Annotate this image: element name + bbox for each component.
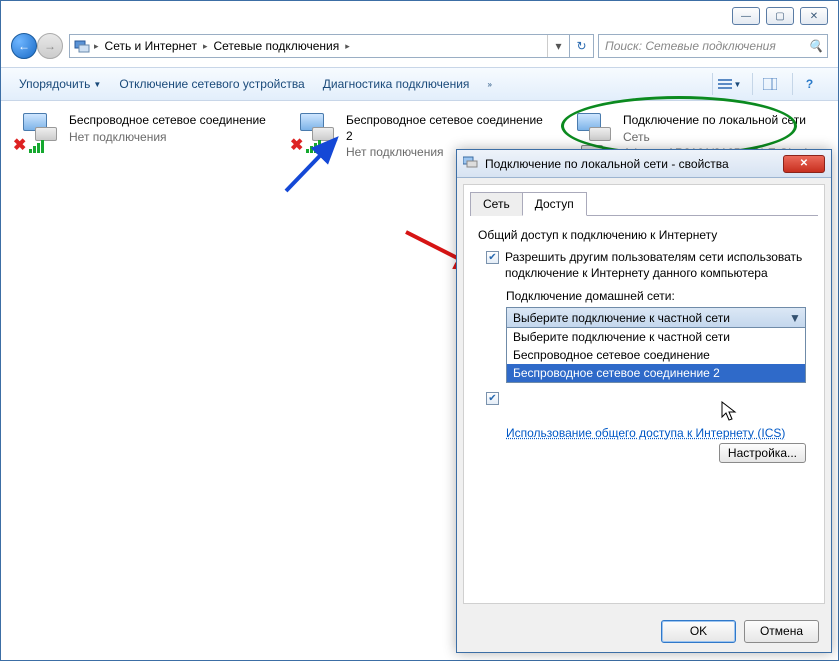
home-connection-label: Подключение домашней сети:	[506, 289, 810, 303]
lan-icon	[567, 113, 615, 153]
settings-button[interactable]: Настройка...	[719, 443, 806, 463]
network-icon	[74, 38, 90, 54]
disable-device-button[interactable]: Отключение сетевого устройства	[113, 73, 310, 95]
tab-network[interactable]: Сеть	[470, 192, 523, 216]
organize-menu[interactable]: Упорядочить▼	[13, 73, 107, 95]
address-bar: ← → ▸ Сеть и Интернет ▸ Сетевые подключе…	[11, 31, 828, 61]
wifi-disconnected-icon: ✖	[13, 113, 61, 153]
connection-status: Нет подключения	[69, 130, 266, 146]
combobox-selected: Выберите подключение к частной сети	[513, 311, 730, 325]
back-button[interactable]: ←	[11, 33, 37, 59]
help-icon: ?	[806, 77, 813, 91]
combobox-dropdown: Выберите подключение к частной сети Бесп…	[506, 328, 806, 383]
cancel-button[interactable]: Отмена	[744, 620, 819, 643]
ics-help-link[interactable]: Использование общего доступа к Интернету…	[506, 425, 785, 442]
view-menu[interactable]: ▼	[712, 73, 746, 95]
properties-dialog: Подключение по локальной сети - свойства…	[456, 149, 832, 653]
view-icon	[718, 78, 732, 90]
chevron-right-icon: ▸	[94, 41, 99, 52]
search-input[interactable]: Поиск: Сетевые подключения 🔍	[598, 34, 828, 58]
forward-button[interactable]: →	[37, 33, 63, 59]
connection-network: Сеть	[623, 130, 821, 146]
window-close-button[interactable]: ✕	[800, 7, 828, 25]
adapter-icon	[463, 155, 479, 172]
overflow-button[interactable]: »	[481, 76, 497, 93]
connection-title: Беспроводное сетевое соединение 2	[346, 113, 549, 144]
wifi-disconnected-icon: ✖	[290, 113, 338, 153]
search-icon: 🔍	[808, 39, 823, 53]
minimize-button[interactable]: —	[732, 7, 760, 25]
dialog-close-button[interactable]: ✕	[783, 155, 825, 173]
dialog-tabs: Сеть Доступ	[470, 191, 818, 216]
breadcrumb-item-current[interactable]: Сетевые подключения	[211, 39, 341, 53]
dialog-title: Подключение по локальной сети - свойства	[485, 157, 777, 171]
search-placeholder: Поиск: Сетевые подключения	[605, 39, 776, 53]
breadcrumb-dropdown-button[interactable]: ▾	[547, 35, 569, 57]
chevron-down-icon: ▼	[734, 80, 742, 89]
connection-item-wifi-1[interactable]: ✖ Беспроводное сетевое соединение Нет по…	[9, 109, 276, 652]
combobox-option[interactable]: Выберите подключение к частной сети	[507, 328, 805, 346]
breadcrumb[interactable]: ▸ Сеть и Интернет ▸ Сетевые подключения …	[69, 34, 570, 58]
breadcrumb-item-root[interactable]: Сеть и Интернет	[103, 39, 199, 53]
ok-button[interactable]: OK	[661, 620, 736, 643]
chevron-right-icon: ▸	[203, 41, 208, 52]
chevron-down-icon: ▼	[787, 310, 803, 326]
allow-control-checkbox[interactable]: ✔	[486, 392, 499, 405]
help-button[interactable]: ?	[792, 73, 826, 95]
refresh-button[interactable]: ↻	[570, 34, 594, 58]
home-connection-combobox[interactable]: Выберите подключение к частной сети ▼	[506, 307, 806, 328]
chevron-down-icon: ▼	[93, 80, 101, 89]
connection-title: Подключение по локальной сети	[623, 113, 821, 129]
group-title: Общий доступ к подключению к Интернету	[478, 228, 810, 242]
maximize-button[interactable]: ▢	[766, 7, 794, 25]
toolbar: Упорядочить▼ Отключение сетевого устройс…	[1, 67, 838, 101]
dialog-titlebar[interactable]: Подключение по локальной сети - свойства…	[457, 150, 831, 178]
preview-pane-button[interactable]	[752, 73, 786, 95]
allow-sharing-checkbox[interactable]: ✔	[486, 251, 499, 264]
combobox-option[interactable]: Беспроводное сетевое соединение 2	[507, 364, 805, 382]
diagnose-button[interactable]: Диагностика подключения	[317, 73, 476, 95]
allow-sharing-label: Разрешить другим пользователям сети испо…	[505, 250, 810, 281]
chevron-right-icon: ▸	[345, 41, 350, 52]
tab-sharing[interactable]: Доступ	[522, 192, 587, 216]
connection-title: Беспроводное сетевое соединение	[69, 113, 266, 129]
pane-icon	[763, 78, 777, 90]
combobox-option[interactable]: Беспроводное сетевое соединение	[507, 346, 805, 364]
